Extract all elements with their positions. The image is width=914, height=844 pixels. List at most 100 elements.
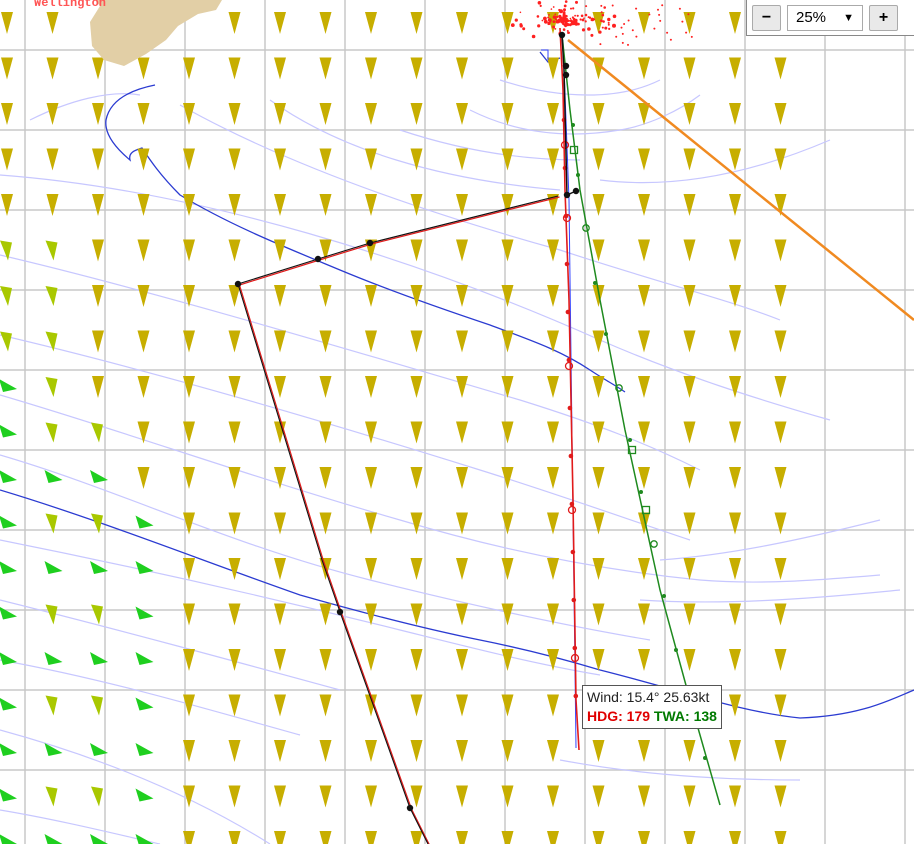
weather-map[interactable] [0, 0, 914, 844]
fleet-dot [635, 7, 638, 10]
zoom-out-button[interactable]: − [752, 4, 781, 31]
wind-arrow-icon [0, 425, 17, 438]
isobar-line-bold [105, 84, 626, 393]
fleet-dot [570, 7, 572, 10]
wind-arrow-icon [410, 467, 423, 489]
wind-arrow-icon [774, 57, 787, 80]
wind-arrow-icon [638, 785, 650, 808]
tooltip-hdg: HDG: 179 [587, 708, 651, 724]
route-red-point [572, 645, 578, 651]
fleet-dot [552, 25, 556, 29]
wind-arrow-icon [410, 285, 423, 307]
wind-arrow-icon [228, 148, 241, 171]
wind-arrow-icon [274, 103, 286, 125]
route-black-point [562, 71, 570, 79]
wind-arrow-icon [683, 603, 696, 626]
wind-arrow-icon [92, 103, 104, 125]
wind-arrow-icon [45, 240, 58, 261]
wind-arrow-icon [46, 57, 59, 80]
fleet-dot [547, 21, 551, 26]
routes [234, 27, 914, 844]
wind-arrow-icon [501, 694, 514, 717]
wind-arrow-icon [274, 558, 286, 580]
wind-arrow-icon [0, 698, 17, 711]
wind-arrow-icon [683, 57, 696, 80]
fleet-dot [519, 11, 522, 14]
fleet-dot [580, 14, 584, 18]
wind-arrow-icon [44, 652, 63, 665]
fleet-dot [623, 23, 626, 25]
wind-arrow-icon [501, 421, 514, 444]
wind-arrow-icon [729, 148, 741, 171]
wind-arrow-icon [729, 512, 741, 535]
route-red-point [563, 213, 569, 219]
wind-arrow-icon [774, 694, 787, 717]
wind-arrow-icon [0, 470, 17, 483]
wind-arrow-icon [274, 694, 286, 717]
wind-arrow-icon [46, 103, 59, 125]
wind-arrow-icon [501, 57, 514, 80]
chevron-down-icon: ▼ [843, 11, 854, 24]
fleet-dot [554, 13, 557, 16]
wind-arrow-icon [410, 330, 423, 353]
fleet-dot [563, 18, 567, 22]
wind-arrow-icon [547, 649, 559, 671]
wind-arrow-icon [638, 57, 650, 80]
wind-arrow-icon [1, 12, 13, 34]
fleet-dot [584, 13, 588, 17]
wind-arrow-icon [501, 12, 514, 34]
wind-arrow-icon [547, 57, 559, 80]
wind-arrow-icon [365, 785, 377, 808]
fleet-dot [659, 19, 662, 22]
wind-arrow-icon [319, 603, 332, 626]
wind-arrow-icon [592, 512, 605, 535]
zoom-control: − 25% ▼ + [746, 0, 914, 36]
wind-arrow-icon [456, 421, 468, 444]
route-black-point [234, 280, 242, 288]
wind-arrow-icon [683, 831, 696, 844]
zoom-select[interactable]: 25% ▼ [787, 4, 863, 31]
wind-arrow-icon [365, 740, 377, 762]
wind-arrow-icon [501, 740, 514, 762]
wind-arrow-icon [410, 376, 423, 398]
wind-arrow-icon [547, 103, 559, 125]
wind-arrow-icon [683, 194, 696, 216]
wind-arrow-icon [592, 558, 605, 580]
wind-arrow-icon [410, 603, 423, 626]
wind-arrow-icon [45, 786, 58, 807]
wind-arrow-icon [365, 194, 377, 216]
fleet-dot [601, 13, 605, 17]
wind-arrow-icon [365, 12, 377, 34]
wind-arrow-icon [228, 421, 241, 444]
wind-arrow-icon [228, 239, 241, 262]
route-black-point [563, 191, 571, 199]
route-red-marker [567, 505, 577, 515]
wind-arrow-icon [547, 467, 559, 489]
wind-arrow-icon [319, 57, 332, 80]
wind-arrow-icon [319, 421, 332, 444]
wind-arrow-icon [638, 649, 650, 671]
wind-arrow-icon [319, 194, 332, 216]
route-black-point [336, 608, 344, 616]
fleet-dot [627, 19, 630, 22]
wind-arrow-icon [774, 512, 787, 535]
fleet-dot [569, 17, 572, 20]
wind-arrow-icon [501, 785, 514, 808]
wind-arrow-icon [91, 695, 103, 716]
wind-arrow-icon [135, 652, 154, 665]
tooltip-headings: HDG: 179 TWA: 138 [587, 707, 717, 726]
zoom-in-button[interactable]: + [869, 4, 898, 31]
wind-arrow-icon [592, 467, 605, 489]
fleet-dot [661, 4, 664, 7]
wind-arrow-icon [45, 695, 58, 716]
wind-arrow-icon [137, 239, 150, 262]
wind-arrow-icon [92, 57, 104, 80]
wind-arrow-icon [319, 148, 332, 171]
wind-arrow-icon [774, 740, 787, 762]
wind-arrow-icon [774, 239, 787, 262]
fleet-dot [566, 23, 568, 26]
fleet-dot [564, 0, 568, 3]
isobar-line [599, 139, 831, 184]
wind-arrow-icon [228, 603, 241, 626]
route-red-point [568, 453, 574, 459]
